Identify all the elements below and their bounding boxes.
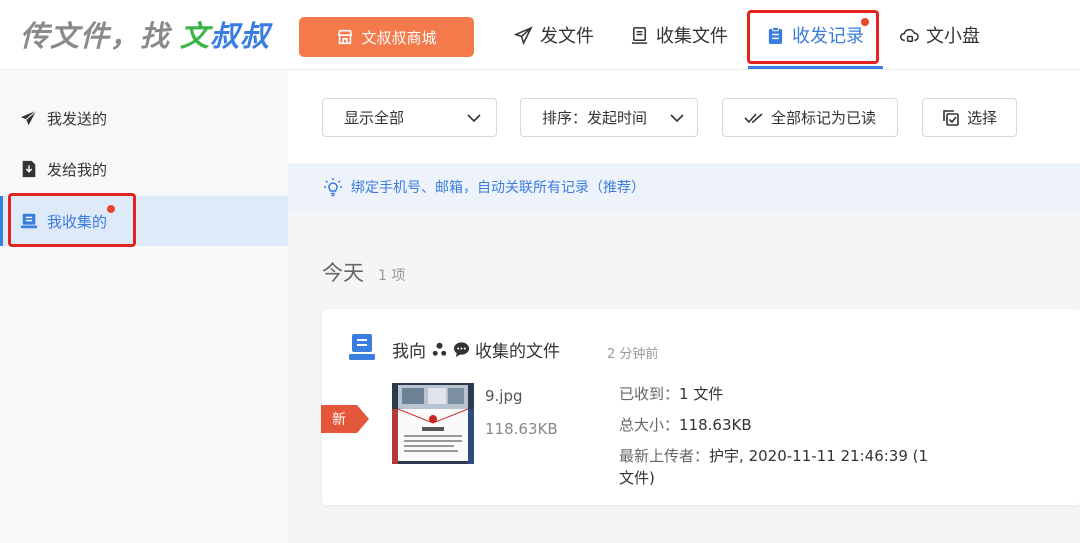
select-button[interactable]: 选择 (922, 98, 1017, 137)
new-badge-label: 新 (332, 412, 346, 428)
collect-box-icon (631, 26, 648, 44)
lightbulb-icon (324, 178, 342, 197)
sort-select-value: 排序：发起时间 (542, 109, 648, 127)
sidebar: 我发送的 发给我的 我收集的 (0, 71, 288, 543)
cloud-lock-icon (900, 28, 919, 42)
logo-brand-blue: 叔叔 (210, 19, 271, 53)
mark-all-read-button[interactable]: 全部标记为已读 (722, 98, 898, 137)
collected-unread-dot (107, 205, 115, 213)
nav-collect-file[interactable]: 收集文件 (630, 0, 728, 70)
filter-select[interactable]: 显示全部 (322, 98, 497, 137)
nav-send-file[interactable]: 发文件 (514, 0, 594, 70)
total-size: 总大小：118.63KB (619, 414, 752, 435)
card-time: 2 分钟前 (607, 347, 659, 362)
paper-plane-icon (514, 25, 533, 45)
mark-all-read-label: 全部标记为已读 (770, 109, 876, 127)
user-group-icon (432, 342, 447, 356)
inbox-download-icon (22, 160, 36, 178)
chevron-down-icon (670, 113, 684, 122)
double-check-icon (744, 112, 763, 123)
main-panel: 显示全部 排序：发起时间 全部标记为已读 选择 绑定手机号、邮箱，自动关联所有记… (288, 71, 1080, 543)
image-thumbnail-graphic (392, 383, 474, 464)
received-value: 1 文件 (679, 385, 724, 403)
sidebar-item-received[interactable]: 发给我的 (0, 144, 288, 194)
logo[interactable]: 传文件，找 文 叔叔 (20, 12, 270, 56)
chevron-down-icon (467, 113, 481, 122)
collection-record-card[interactable]: 我向 收集的文件 2 分钟前 新 9.jpg 118.63KB 已收到：1 文件… (321, 309, 1080, 505)
sidebar-item-label: 我发送的 (47, 109, 108, 128)
logo-brand-green: 文 (180, 19, 211, 53)
multi-select-icon (943, 109, 959, 126)
nav-send-label: 发文件 (540, 26, 594, 47)
tip-text: 绑定手机号、邮箱，自动关联所有记录（推荐） (351, 180, 645, 196)
file-size: 118.63KB (485, 420, 558, 438)
nav-records[interactable]: 收发记录 (766, 0, 864, 70)
total-value: 118.63KB (679, 416, 752, 434)
bind-account-tip[interactable]: 绑定手机号、邮箱，自动关联所有记录（推荐） (288, 164, 1080, 210)
card-title: 我向 收集的文件 (392, 337, 560, 362)
latest-uploader: 最新上传者：护宇, 2020-11-11 21:46:39 (1 文件) (619, 445, 939, 489)
mall-button[interactable]: 文叔叔商城 (299, 17, 474, 57)
records-unread-dot (861, 18, 869, 26)
received-label: 已收到： (619, 385, 680, 403)
uploader-name: 护宇 (709, 447, 740, 465)
top-bar: 传文件，找 文 叔叔 文叔叔商城 发文件 收集文件 收发记录 文小盘 (0, 0, 1080, 70)
collect-box-icon (20, 213, 38, 229)
date-group-header: 今天 1 项 (322, 257, 405, 287)
nav-records-label: 收发记录 (792, 26, 864, 47)
new-badge: 新 (321, 405, 369, 433)
card-title-prefix: 我向 (392, 342, 426, 362)
store-icon (338, 29, 353, 45)
nav-disk[interactable]: 文小盘 (900, 0, 980, 70)
toolbar: 显示全部 排序：发起时间 全部标记为已读 选择 (288, 71, 1080, 163)
filter-select-value: 显示全部 (344, 109, 405, 127)
sidebar-item-label: 我收集的 (47, 212, 108, 231)
nav-active-underline (748, 66, 883, 69)
file-thumbnail[interactable] (392, 383, 474, 464)
sidebar-item-collected[interactable]: 我收集的 (0, 196, 288, 246)
clipboard-icon (768, 26, 783, 44)
uploader-label: 最新上传者： (619, 447, 710, 465)
sidebar-item-sent[interactable]: 我发送的 (0, 93, 288, 143)
select-button-label: 选择 (966, 109, 997, 127)
send-arrow-icon (20, 110, 37, 126)
received-count: 已收到：1 文件 (619, 383, 723, 404)
total-label: 总大小： (619, 416, 680, 434)
sidebar-item-label: 发给我的 (47, 160, 108, 179)
nav-disk-label: 文小盘 (926, 26, 980, 47)
date-group-title: 今天 (322, 261, 364, 285)
mall-button-label: 文叔叔商城 (361, 28, 437, 47)
card-title-suffix: 收集的文件 (475, 342, 560, 362)
sort-select[interactable]: 排序：发起时间 (520, 98, 698, 137)
file-name[interactable]: 9.jpg (485, 387, 523, 405)
logo-slogan: 传文件，找 (20, 19, 171, 53)
collect-box-icon (349, 334, 375, 360)
nav-collect-label: 收集文件 (656, 26, 728, 47)
date-group-count: 1 项 (378, 268, 406, 284)
chat-bubble-icon (453, 342, 470, 358)
